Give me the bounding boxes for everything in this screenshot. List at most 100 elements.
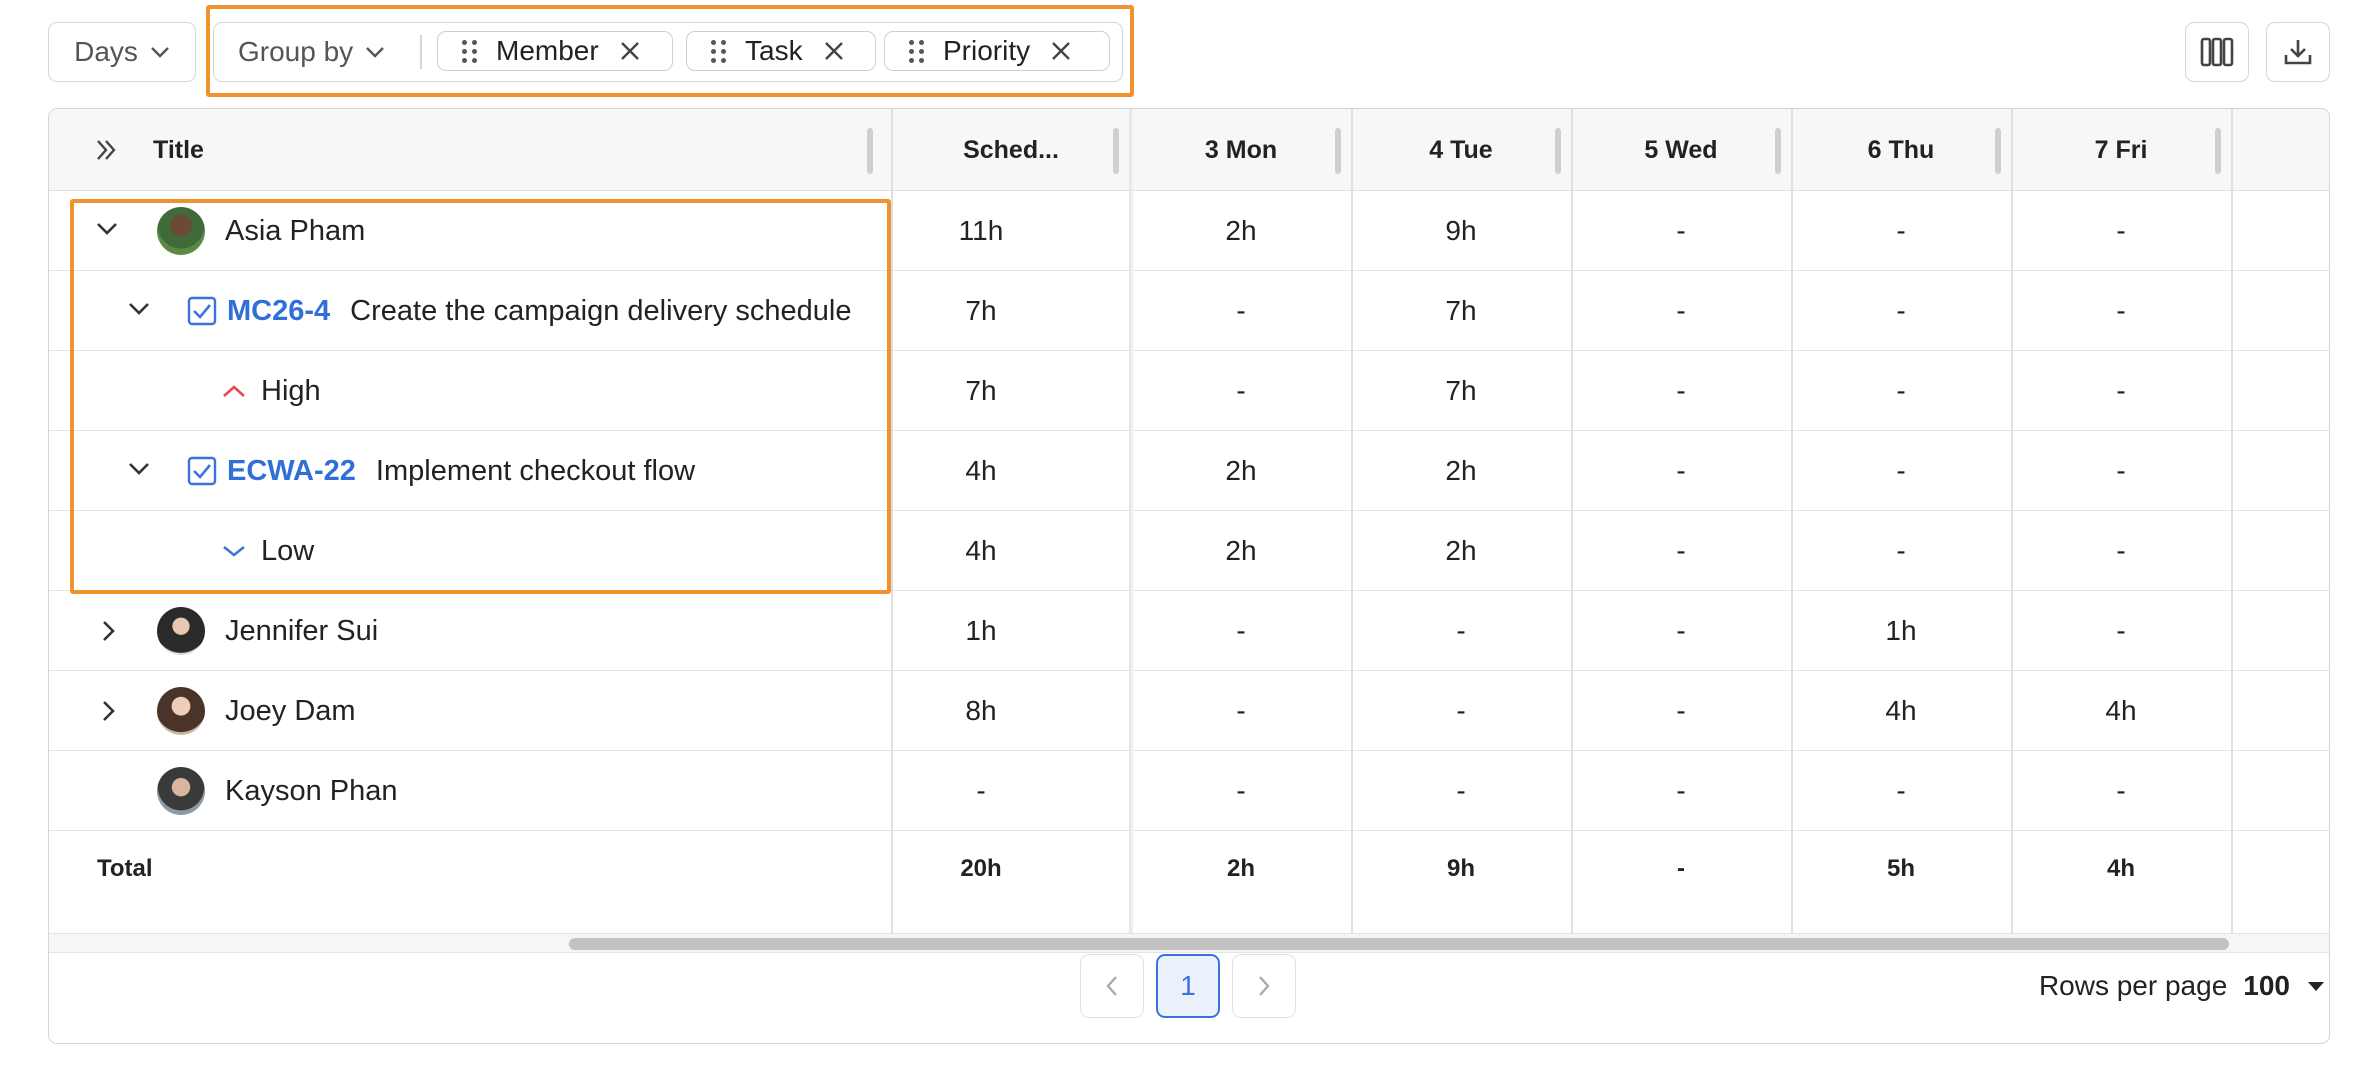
day-cell: -	[1456, 615, 1466, 646]
group-chip-member[interactable]: Member	[437, 31, 673, 71]
column-resizer[interactable]	[1555, 128, 1561, 174]
expand-all-icon[interactable]	[95, 138, 117, 162]
timesheet-table: Title Sched... 3 Mon 4 Tue 5 Wed 6 Thu 7…	[48, 108, 2330, 1044]
day-cell: -	[1676, 215, 1686, 246]
total-day-cell: 5h	[1886, 855, 1915, 882]
table-header: Title Sched... 3 Mon 4 Tue 5 Wed 6 Thu 7…	[49, 109, 2329, 191]
group-by-label: Group by	[238, 36, 354, 67]
chevron-right-icon[interactable]	[101, 699, 117, 723]
grid-line	[891, 109, 893, 933]
close-icon[interactable]	[619, 40, 641, 62]
table-row[interactable]: Asia Pham 11h 2h 9h - - -	[49, 191, 2329, 271]
priority-label: Low	[261, 534, 315, 567]
group-by-dropdown[interactable]: Group by	[238, 22, 385, 82]
task-key-link[interactable]: MC26-4	[227, 295, 330, 328]
column-header-day[interactable]: 7 Fri	[2011, 109, 2231, 191]
day-cell: -	[1676, 455, 1686, 486]
column-resizer[interactable]	[867, 128, 873, 174]
day-cell: -	[1236, 775, 1246, 806]
table-row[interactable]: Kayson Phan - - - - - -	[49, 751, 2329, 831]
day-cell: -	[1236, 295, 1246, 326]
table-row[interactable]: Jennifer Sui 1h - - - 1h -	[49, 591, 2329, 671]
day-cell: -	[1236, 375, 1246, 406]
caret-down-icon[interactable]	[2306, 980, 2326, 992]
chip-label: Priority	[943, 35, 1031, 66]
member-cell: Asia Pham	[157, 191, 365, 271]
rows-per-page-select[interactable]: 100	[2243, 970, 2290, 1002]
drag-handle-icon[interactable]	[462, 39, 478, 63]
member-name: Asia Pham	[225, 214, 366, 247]
chevron-left-icon	[1106, 976, 1117, 996]
day-cell: -	[1896, 535, 1906, 566]
drag-handle-icon[interactable]	[711, 39, 727, 63]
chevron-down-icon[interactable]	[127, 301, 151, 317]
avatar	[157, 767, 205, 815]
column-header-day[interactable]: 6 Thu	[1791, 109, 2011, 191]
day-cell: -	[2116, 775, 2126, 806]
avatar	[157, 607, 205, 655]
column-header-day[interactable]: 3 Mon	[1131, 109, 1351, 191]
total-day-cell: 2h	[1226, 855, 1255, 882]
task-checkbox-icon	[187, 456, 217, 486]
scheduled-cell: 11h	[958, 215, 1004, 246]
rows-per-page: Rows per page 100	[2039, 954, 2326, 1018]
day-cell: -	[1456, 695, 1466, 726]
column-header-day[interactable]: 8	[2231, 109, 2329, 191]
grid-line	[2231, 109, 2233, 933]
priority-high-icon	[223, 385, 245, 397]
column-header-scheduled[interactable]: Sched...	[891, 109, 1131, 191]
column-header-day[interactable]: 5 Wed	[1571, 109, 1791, 191]
column-header-title[interactable]: Title	[153, 109, 204, 191]
total-day-cell: -	[1677, 855, 1685, 882]
day-cell: 4h	[2105, 695, 2137, 726]
chevron-down-icon	[366, 47, 385, 58]
day-cell: -	[1236, 615, 1246, 646]
table-row[interactable]: Joey Dam 8h - - - 4h 4h	[49, 671, 2329, 751]
column-resizer[interactable]	[1113, 128, 1119, 174]
member-name: Kayson Phan	[225, 774, 398, 807]
prev-page-button[interactable]	[1080, 954, 1144, 1018]
grid-line	[2011, 109, 2013, 933]
task-cell: MC26-4 Create the campaign delivery sche…	[187, 271, 852, 351]
column-resizer[interactable]	[2215, 128, 2221, 174]
priority-cell: Low	[221, 511, 314, 591]
table-row[interactable]: Low 4h 2h 2h - - -	[49, 511, 2329, 591]
days-dropdown[interactable]: Days	[48, 22, 196, 82]
grid-line	[1351, 109, 1353, 933]
horizontal-scrollbar[interactable]	[49, 933, 2329, 953]
day-cell: -	[1236, 695, 1246, 726]
day-cell: -	[1676, 775, 1686, 806]
close-icon[interactable]	[1050, 40, 1072, 62]
days-label: Days	[74, 36, 138, 67]
task-key-link[interactable]: ECWA-22	[227, 455, 356, 488]
member-name: Jennifer Sui	[225, 614, 379, 647]
day-cell: -	[1456, 775, 1466, 806]
column-resizer[interactable]	[1335, 128, 1341, 174]
group-chip-task[interactable]: Task	[686, 31, 876, 71]
download-button[interactable]	[2266, 22, 2330, 82]
table-row[interactable]: ECWA-22 Implement checkout flow 4h 2h 2h…	[49, 431, 2329, 511]
table-row[interactable]: MC26-4 Create the campaign delivery sche…	[49, 271, 2329, 351]
chevron-down-icon[interactable]	[127, 461, 151, 477]
day-cell: -	[1896, 375, 1906, 406]
column-resizer[interactable]	[1775, 128, 1781, 174]
priority-cell: High	[221, 351, 321, 431]
grid-line	[1571, 109, 1573, 933]
drag-handle-icon[interactable]	[909, 39, 925, 63]
group-chip-priority[interactable]: Priority	[884, 31, 1110, 71]
task-title: Implement checkout flow	[375, 454, 696, 487]
table-row[interactable]: High 7h - 7h - - -	[49, 351, 2329, 431]
next-page-button[interactable]	[1232, 954, 1296, 1018]
day-cell: 2h	[1225, 535, 1257, 566]
scrollbar-thumb[interactable]	[569, 938, 2229, 950]
chevron-right-icon[interactable]	[101, 619, 117, 643]
column-resizer[interactable]	[1995, 128, 2001, 174]
chevron-down-icon[interactable]	[95, 221, 119, 237]
total-day-cell: 4h	[2106, 855, 2135, 882]
total-label: Total	[97, 855, 153, 882]
column-header-day[interactable]: 4 Tue	[1351, 109, 1571, 191]
page-number-button[interactable]: 1	[1156, 954, 1220, 1018]
columns-button[interactable]	[2185, 22, 2249, 82]
close-icon[interactable]	[823, 40, 845, 62]
day-cell: 7h	[1445, 375, 1477, 406]
